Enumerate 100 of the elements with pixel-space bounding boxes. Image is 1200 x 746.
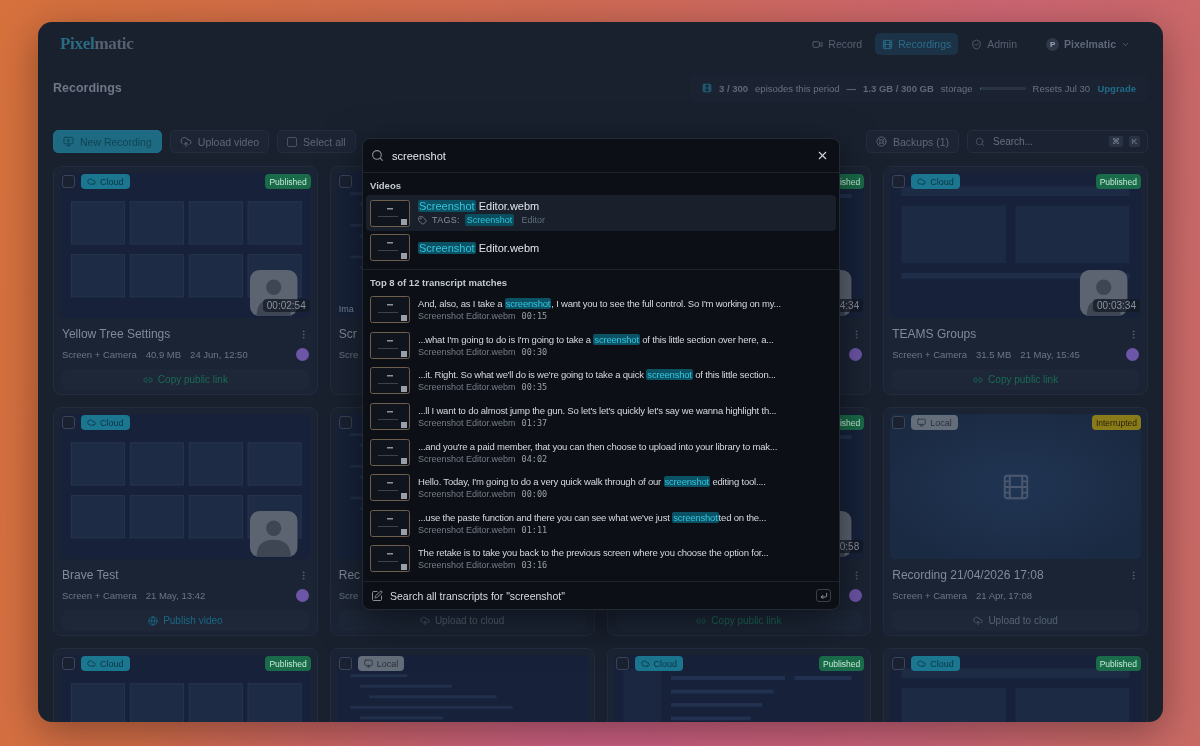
meta-text: Screen + Camera <box>892 348 967 360</box>
card-title: Brave Test <box>62 568 119 582</box>
search-field[interactable]: Search... ⌘ K <box>967 130 1148 153</box>
file-name: Screenshot Editor.webm <box>418 382 516 393</box>
search-all-link[interactable]: Search all transcripts for "screenshot" <box>390 589 565 602</box>
status-badge: Interrupted <box>1091 415 1141 430</box>
nav-tab[interactable]: Record <box>805 33 870 55</box>
card-title: Rec <box>338 568 361 582</box>
search-icon <box>371 149 384 162</box>
screen-icon <box>63 136 74 147</box>
film-icon <box>882 38 894 50</box>
cloud-icon <box>87 418 96 427</box>
user-avatar: P <box>1046 37 1060 51</box>
meta-text: 21 May, 15:45 <box>1020 348 1080 360</box>
cloud-icon <box>87 177 96 186</box>
search-icon <box>975 136 985 147</box>
meta-text: 40.9 MB <box>145 348 182 360</box>
meta-text: Screen + Camera <box>62 589 137 601</box>
duration-label: 00:03:34 <box>1093 299 1140 312</box>
card-title: TEAMS Groups <box>892 327 977 341</box>
edit-icon <box>371 589 383 602</box>
cloud-upload-icon <box>973 615 984 626</box>
file-name: Screenshot Editor.webm <box>418 346 516 357</box>
page-title: Recordings <box>53 81 122 95</box>
transcript-snippet: ...what I'm going to do is I'm going to take a screenshot of this little section over here, a... <box>418 333 774 345</box>
film-icon <box>702 83 712 93</box>
checkbox[interactable] <box>287 136 298 147</box>
globe-icon <box>148 615 159 626</box>
cloud-icon <box>640 659 650 668</box>
nav-tab[interactable]: Recordings <box>875 33 959 55</box>
timestamp: 00:30 <box>521 346 548 357</box>
transcript-snippet: ...it. Right. So what we'll do is we're going to take a quick screenshot of this little section... <box>418 369 776 381</box>
usage-label: episodes this period <box>755 82 840 94</box>
search-input[interactable]: Search... <box>991 135 1103 148</box>
shortcut-key: ⌘ <box>1108 136 1123 147</box>
cloud-upload-icon <box>419 615 430 626</box>
storage-badge: Cloud <box>911 174 960 189</box>
link-icon <box>142 374 153 385</box>
checkbox[interactable] <box>62 657 75 670</box>
card-action-button[interactable]: Copy public link <box>62 369 309 390</box>
storage-label: storage <box>940 82 973 94</box>
meta-text: Screen + Camera <box>892 589 967 601</box>
usage-count: 3 / 300 <box>719 82 749 94</box>
timestamp: 03:16 <box>521 560 548 571</box>
card-title: Yellow Tree Settings <box>62 327 171 341</box>
card-action-button[interactable]: Copy public link <box>892 369 1139 390</box>
select-all-button[interactable]: Select all <box>277 130 356 153</box>
meta-text: 31.5 MB <box>975 348 1012 360</box>
storage-amount: 1.3 GB / 300 GB <box>863 82 934 94</box>
storage-badge: Cloud <box>634 656 683 671</box>
upload-video-button[interactable]: Upload video <box>169 130 270 153</box>
cloud-upload-icon <box>179 135 192 148</box>
shortcut-key: K <box>1128 136 1140 147</box>
transcript-snippet: ...ll I want to do almost jump the gun. So let's let's quickly let's say we wanna highlight th... <box>418 405 777 417</box>
cloud-icon <box>917 177 927 186</box>
card-title: Recording 21/04/2026 17:08 <box>892 568 1044 582</box>
card-action-button[interactable]: Publish video <box>62 610 309 631</box>
timestamp: 00:35 <box>521 382 548 393</box>
storage-badge: Cloud <box>81 174 130 189</box>
checkbox[interactable] <box>892 175 906 188</box>
user-menu[interactable]: P Pixelmatic <box>1040 36 1136 52</box>
transcript-result[interactable]: ...what I'm going to do is I'm going to take a screenshot of this little section over here, a... Screenshot Editor.webm 00:30 <box>366 327 836 364</box>
backups-button[interactable]: Backups (1) <box>865 130 959 153</box>
checkbox[interactable] <box>62 175 75 188</box>
monitor-icon <box>363 659 373 668</box>
transcript-result[interactable]: ...it. Right. So what we'll do is we're going to take a quick screenshot of this little section... Screenshot Editor.webm 00:35 <box>366 363 836 399</box>
card-title: Scr <box>338 327 357 341</box>
status-badge: Published <box>265 174 311 189</box>
reset-date: Resets Jul 30 <box>1032 82 1091 94</box>
shield-icon <box>971 38 983 50</box>
logo: Pixelmatic <box>60 34 134 54</box>
cloud-icon <box>87 659 96 668</box>
status-badge: Published <box>818 656 865 671</box>
storage-badge: Cloud <box>81 656 130 671</box>
transcript-result[interactable]: The retake is to take you back to the previous screen where you choose the option for... Screenshot Editor.webm 03:16 <box>366 541 836 577</box>
search-input[interactable]: screenshot <box>390 148 810 163</box>
video-camera-icon <box>812 38 824 50</box>
meta-text: 21 May, 13:42 <box>145 589 206 601</box>
status-badge: Published <box>1095 174 1141 189</box>
storage-badge: Local <box>911 415 958 430</box>
meta-text: 21 Apr, 17:08 <box>975 589 1032 601</box>
upgrade-link[interactable]: Upgrade <box>1097 82 1136 94</box>
close-button[interactable] <box>816 149 829 162</box>
lifebuoy-icon <box>875 136 887 147</box>
storage-badge: Cloud <box>911 656 960 671</box>
meta-text: 24 Jun, 12:50 <box>190 348 248 360</box>
status-badge: Published <box>265 656 311 671</box>
meta-text: Scre <box>338 589 359 601</box>
link-icon <box>973 374 984 385</box>
nav-tab[interactable]: Admin <box>964 33 1025 55</box>
status-badge: Published <box>1095 656 1141 671</box>
monitor-icon <box>917 418 927 427</box>
link-icon <box>696 615 707 626</box>
separator-dash: — <box>846 82 857 94</box>
meta-text: Scre <box>338 348 359 360</box>
storage-badge: Cloud <box>81 415 130 430</box>
checkbox[interactable] <box>62 416 75 429</box>
checkbox[interactable] <box>892 416 906 429</box>
checkbox[interactable] <box>892 657 906 670</box>
cloud-icon <box>917 659 927 668</box>
